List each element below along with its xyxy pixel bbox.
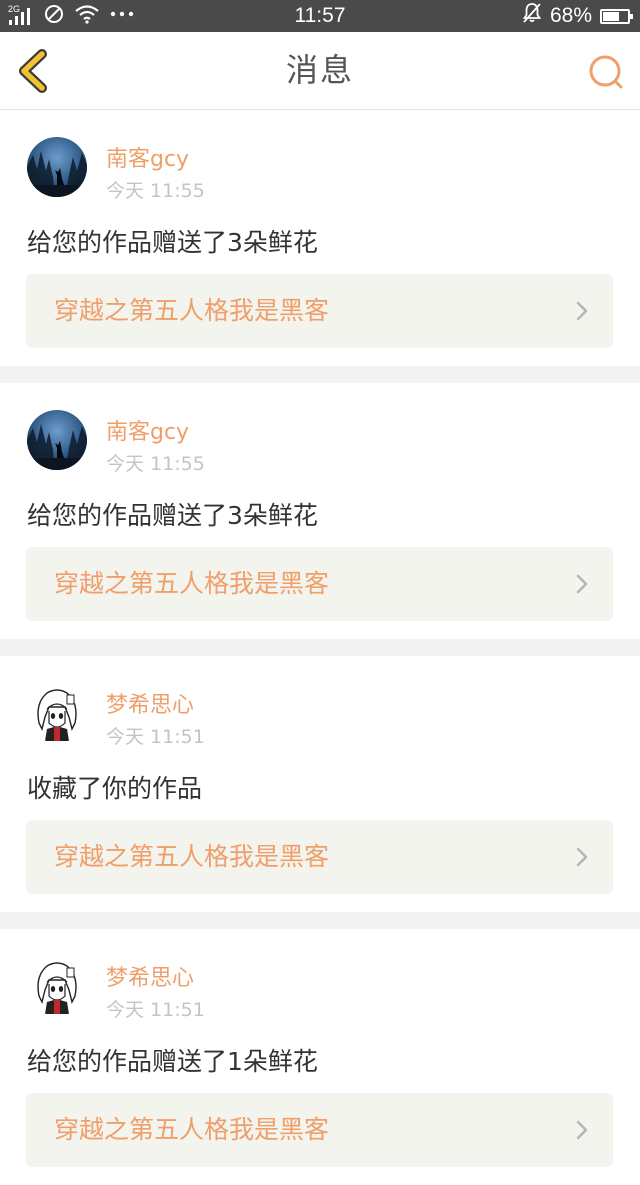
message-time: 今天 11:55 xyxy=(106,180,205,202)
work-title: 穿越之第五人格我是黑客 xyxy=(54,1115,330,1144)
message-time: 今天 11:51 xyxy=(106,999,205,1021)
work-title: 穿越之第五人格我是黑客 xyxy=(54,296,330,325)
message-time: 今天 11:55 xyxy=(106,453,205,475)
message-card: 南客gcy 今天 11:55 给您的作品赠送了3朵鲜花 穿越之第五人格我是黑客 xyxy=(0,110,640,366)
battery-level-fill xyxy=(603,11,619,21)
user-name[interactable]: 梦希思心 xyxy=(106,687,194,719)
message-time: 今天 11:51 xyxy=(106,726,205,748)
page-title: 消息 xyxy=(285,51,354,89)
wolf-night-avatar-icon xyxy=(27,410,87,470)
work-link[interactable]: 穿越之第五人格我是黑客 xyxy=(26,547,613,621)
message-card: 梦希思心 今天 11:51 给您的作品赠送了1朵鲜花 穿越之第五人格我是黑客 xyxy=(0,912,640,1185)
search-button[interactable] xyxy=(586,52,626,92)
battery-icon xyxy=(600,8,633,24)
message-text: 给您的作品赠送了1朵鲜花 xyxy=(27,1047,318,1076)
message-text: 给您的作品赠送了3朵鲜花 xyxy=(27,501,318,530)
wolf-night-avatar-icon xyxy=(27,137,87,197)
work-link[interactable]: 穿越之第五人格我是黑客 xyxy=(26,820,613,894)
message-card: 梦希思心 今天 11:51 收藏了你的作品 穿越之第五人格我是黑客 xyxy=(0,639,640,912)
user-name[interactable]: 南客gcy xyxy=(106,141,189,173)
message-list: 南客gcy 今天 11:55 给您的作品赠送了3朵鲜花 穿越之第五人格我是黑客 xyxy=(0,110,640,1185)
mute-bell-icon xyxy=(522,2,542,30)
battery-percent: 68% xyxy=(549,4,592,27)
user-name[interactable]: 梦希思心 xyxy=(106,960,194,992)
nav-bar: 消息 xyxy=(0,32,640,110)
anime-girl-avatar-icon xyxy=(27,683,87,743)
message-text: 给您的作品赠送了3朵鲜花 xyxy=(27,228,318,257)
work-title: 穿越之第五人格我是黑客 xyxy=(54,569,330,598)
user-name[interactable]: 南客gcy xyxy=(106,414,189,446)
work-link[interactable]: 穿越之第五人格我是黑客 xyxy=(26,274,613,348)
work-title: 穿越之第五人格我是黑客 xyxy=(54,842,330,871)
chevron-right-icon xyxy=(576,301,588,321)
work-link[interactable]: 穿越之第五人格我是黑客 xyxy=(26,1093,613,1167)
user-avatar[interactable] xyxy=(27,683,87,743)
anime-girl-avatar-icon xyxy=(27,956,87,1016)
user-avatar[interactable] xyxy=(27,410,87,470)
user-avatar[interactable] xyxy=(27,137,87,197)
status-icons-right: 68% xyxy=(522,0,633,32)
status-bar: 2G 11:57 68% xyxy=(0,0,640,32)
user-avatar[interactable] xyxy=(27,956,87,1016)
message-card: 南客gcy 今天 11:55 给您的作品赠送了3朵鲜花 穿越之第五人格我是黑客 xyxy=(0,366,640,639)
message-text: 收藏了你的作品 xyxy=(27,774,203,803)
chevron-right-icon xyxy=(576,574,588,594)
search-icon xyxy=(589,55,623,89)
chevron-right-icon xyxy=(576,847,588,867)
